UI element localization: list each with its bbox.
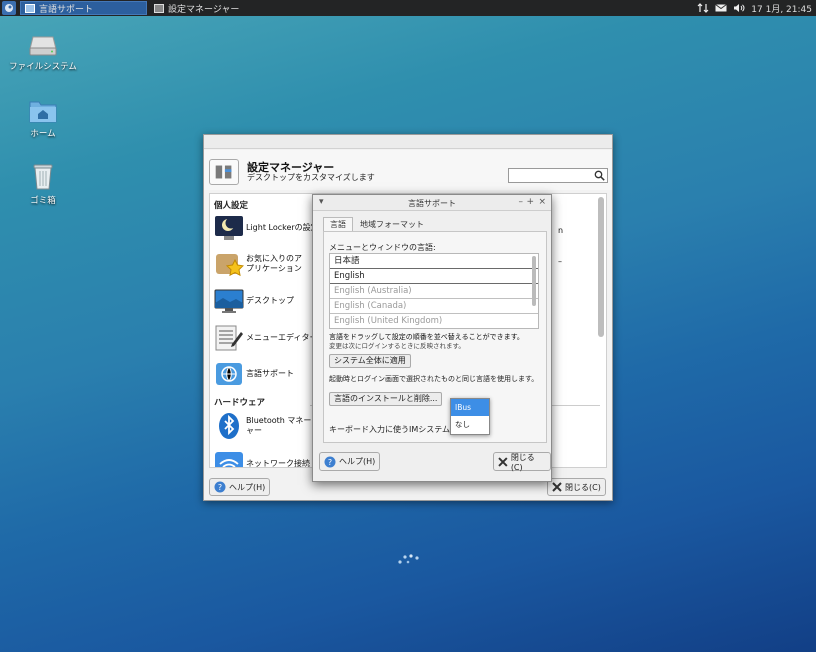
top-panel: 言語サポート 設定マネージャー 17 1月, 21:45 [0,0,816,16]
maximize-icon[interactable]: + [526,197,534,207]
settings-scrollbar[interactable] [598,197,604,337]
desktop-icon [214,289,244,313]
settings-item-menu-editor[interactable]: メニューエディター [214,324,326,352]
menu-language-label: メニューとウィンドウの言語: [329,243,436,252]
im-system-label: キーボード入力に使うIMシステム: [329,425,453,434]
close-button[interactable]: 閉じる(C) [547,478,606,496]
settings-item-language-support[interactable]: 言語サポート [214,360,306,388]
application-menu-icon[interactable] [2,1,16,15]
language-row[interactable]: English (Australia) [330,284,538,299]
settings-item-label: お気に入りのアプリケーション [246,254,302,273]
desktop-icon-label: ゴミ箱 [30,196,56,206]
settings-item-bluetooth[interactable]: Bluetooth マネージャー [214,412,326,440]
settings-item-desktop[interactable]: デスクトップ [214,287,306,315]
settings-subtitle: デスクトップをカスタマイズします [247,173,375,182]
language-support-dialog: ▾ 言語サポート – + × 言語 地域フォーマット メニューとウィンドウの言語… [312,194,552,482]
window-icon [154,3,164,13]
language-row[interactable]: English (Canada) [330,299,538,314]
tab-regional-formats[interactable]: 地域フォーマット [353,217,431,231]
settings-search-input[interactable] [508,168,608,183]
help-button-label: ヘルプ(H) [339,457,376,466]
window-icon [25,3,35,13]
taskbar-item-label: 設定マネージャー [168,4,240,15]
favorite-star-icon [216,254,244,277]
svg-text:?: ? [218,483,222,492]
system-tray: 17 1月, 21:45 [697,1,812,15]
language-icon [216,363,242,385]
taskbar-item-settings-manager[interactable]: 設定マネージャー [150,1,280,15]
dialog-tabs: 言語 地域フォーマット [323,217,431,231]
help-icon: ? [324,456,336,467]
settings-item-favorite-apps[interactable]: お気に入りのアプリケーション [214,250,306,278]
language-tab-panel: メニューとウィンドウの言語: 日本語 English English (Aust… [323,231,547,443]
install-remove-languages-button[interactable]: 言語のインストールと削除... [329,392,443,406]
menu-editor-icon [215,325,243,351]
home-folder-icon [29,101,57,123]
settings-item-network[interactable]: ネットワーク接続 [214,450,326,467]
close-window-icon[interactable]: × [538,197,546,207]
close-icon [552,482,562,492]
close-icon [498,456,508,467]
clock[interactable]: 17 1月, 21:45 [751,2,812,15]
taskbar-item-label: 言語サポート [39,4,94,15]
desktop-icon-label: ホーム [30,129,56,139]
dialog-titlebar[interactable]: ▾ 言語サポート – + × [313,195,551,211]
dropdown-option-none[interactable]: なし [451,416,489,433]
login-note: 変更は次にログインするときに反映されます。 [329,342,465,350]
moon-icon [215,216,243,240]
window-titlebar[interactable] [204,135,612,149]
help-button[interactable]: ? ヘルプ(H) [209,478,271,496]
settings-header: 設定マネージャー デスクトップをカスタマイズします [204,150,612,190]
dialog-close-button[interactable]: 閉じる(C) [493,452,551,472]
apply-note: 起動時とログイン画面で選択されたものと同じ言語を使用します。 [329,375,539,383]
im-system-dropdown[interactable]: IBus なし [450,398,490,435]
taskbar-item-language-support[interactable]: 言語サポート [20,1,147,15]
svg-text:?: ? [328,458,332,467]
language-list-scrollbar[interactable] [532,256,536,306]
obscured-item-fragment: n [558,226,564,235]
settings-item-label: デスクトップ [246,296,294,305]
drive-icon [29,36,57,56]
search-icon[interactable] [594,170,605,181]
desktop-icon-filesystem[interactable]: ファイルシステム [8,33,78,72]
language-row[interactable]: English [330,269,538,284]
help-button-label: ヘルプ(H) [229,482,266,492]
help-icon: ? [214,481,226,493]
trash-icon [33,164,53,190]
loading-spinner-icon [398,554,419,564]
desktop-icon-label: ファイルシステム [9,62,77,72]
close-button-label: 閉じる(C) [510,452,535,472]
network-arrows-icon[interactable] [697,3,709,13]
settings-item-light-locker[interactable]: Light Lockerの設定 [214,214,326,242]
apply-system-wide-button[interactable]: システム全体に適用 [329,354,411,368]
settings-item-label: 言語サポート [246,369,294,378]
language-row[interactable]: 日本語 [330,254,538,269]
mail-icon[interactable] [715,3,728,13]
desktop-icon-trash[interactable]: ゴミ箱 [8,161,78,206]
close-button-label: 閉じる(C) [565,482,601,492]
category-hardware: ハードウェア [214,398,266,408]
language-list: 日本語 English English (Australia) English … [329,253,539,329]
dialog-title: 言語サポート [408,199,456,208]
bluetooth-icon [219,413,239,439]
obscured-item-fragment: – [558,257,562,266]
tab-language[interactable]: 言語 [323,217,353,231]
volume-icon[interactable] [733,3,745,13]
minimize-icon[interactable]: – [519,197,524,207]
settings-manager-icon [209,159,239,185]
dropdown-option-ibus[interactable]: IBus [451,399,489,416]
desktop-icon-home[interactable]: ホーム [8,98,78,139]
language-row[interactable]: English (United Kingdom) [330,314,538,328]
wifi-icon [215,452,243,467]
category-personal: 個人設定 [214,201,249,211]
dialog-help-button[interactable]: ? ヘルプ(H) [319,452,381,471]
